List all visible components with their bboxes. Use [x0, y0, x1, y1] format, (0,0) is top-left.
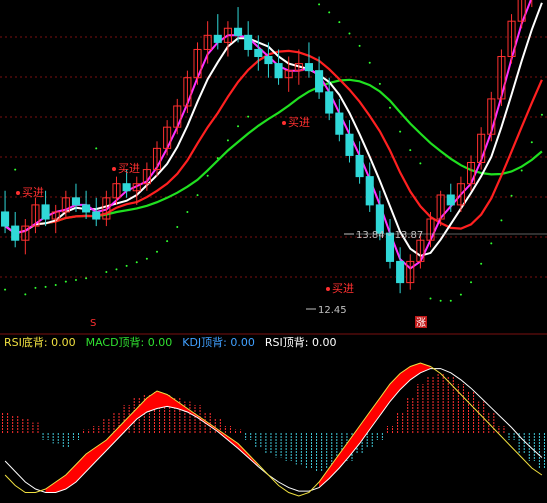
sar-dot [429, 297, 432, 300]
candle-body [274, 63, 283, 79]
sar-dot [206, 174, 209, 177]
sell-marker: S [90, 318, 96, 329]
oscillator-panel [2, 362, 545, 497]
indicator-legend-bar: RSI底背: 0.00 MACD顶背: 0.00 KDJ顶背: 0.00 RSI顶背:… [4, 335, 336, 349]
sar-dot [196, 194, 199, 197]
sar-dot [459, 293, 462, 296]
sar-dot [399, 130, 402, 133]
candle-body [244, 34, 253, 50]
sar-dot [115, 268, 118, 271]
price-label: 13.84 - 13.87 [356, 230, 423, 241]
indicator-label: KDJ顶背: 0.00 [182, 335, 255, 349]
sar-dots [4, 3, 543, 302]
sar-dot [95, 147, 98, 150]
indicator-label: MACD顶背: 0.00 [86, 335, 173, 349]
candle-body [1, 211, 10, 227]
candle-body [92, 211, 101, 220]
sar-dot [500, 219, 503, 222]
candle-body [254, 48, 263, 58]
sar-dot [166, 240, 169, 243]
buy-marker-dot [16, 191, 20, 195]
sar-dot [145, 257, 148, 260]
candle-body [41, 204, 50, 220]
sar-dot [388, 106, 391, 109]
stock-chart: 买进买进买进买进13.84 - 13.8712.45S 涨 RSI底背: 0.00… [0, 0, 547, 497]
buy-signal-label: 买进 [288, 116, 310, 129]
sar-dot [338, 21, 341, 24]
candle-body [11, 225, 20, 241]
moving-averages [4, 0, 543, 270]
buy-marker-dot [326, 287, 330, 291]
sar-dot [449, 299, 452, 302]
sar-dot [186, 210, 189, 213]
sar-dot [530, 141, 533, 144]
sar-dot [247, 115, 250, 118]
sar-dot [328, 11, 331, 14]
sar-dot [520, 169, 523, 172]
candle-body [325, 91, 334, 114]
candle-body [264, 56, 273, 65]
candle-body [122, 183, 131, 192]
oscillator-slow-line [4, 368, 543, 493]
sar-dot [54, 283, 57, 286]
candle-body [304, 63, 313, 72]
buy-marker-dot [112, 167, 116, 171]
sar-dot [480, 262, 483, 265]
sar-dot [44, 285, 47, 288]
rise-marker: 涨 [416, 317, 426, 329]
candle-body [335, 112, 344, 135]
sar-dot [409, 149, 412, 152]
sar-dot [125, 264, 128, 267]
oscillator-fast-line [4, 362, 543, 497]
sar-dot [237, 125, 240, 128]
sar-dot [439, 299, 442, 302]
buy-marker-dot [282, 121, 286, 125]
buy-signal-label: 买进 [22, 186, 44, 199]
sar-dot [34, 286, 37, 289]
sar-dot [419, 162, 422, 165]
sar-dot [358, 44, 361, 47]
sar-dot [470, 281, 473, 284]
candle-body [365, 176, 374, 206]
candle-body [234, 27, 243, 36]
indicator-label: RSI顶背: 0.00 [265, 335, 337, 349]
sar-dot [24, 293, 27, 296]
candlesticks [1, 0, 533, 294]
candle-body [375, 204, 384, 234]
candle-body [446, 194, 455, 206]
sar-dot [378, 82, 381, 85]
sar-dot [85, 277, 88, 280]
sar-dot [156, 250, 159, 253]
candle-body [396, 260, 405, 284]
sar-dot [510, 194, 513, 197]
candle-body [315, 70, 324, 93]
sar-dot [348, 32, 351, 35]
sar-dot [105, 271, 108, 274]
sar-dot [4, 288, 7, 291]
candle-body [82, 204, 91, 213]
candle-body [355, 154, 364, 178]
price-label: 12.45 [318, 305, 347, 316]
sar-dot [14, 168, 17, 171]
sar-dot [176, 225, 179, 228]
oscillator-fill [45, 363, 431, 493]
sar-dot [490, 242, 493, 245]
indicator-label: RSI底背: 0.00 [4, 335, 76, 349]
sar-dot [135, 261, 138, 264]
candle-body [213, 34, 222, 43]
sar-dot [368, 61, 371, 64]
sar-dot [318, 3, 321, 6]
sar-dot [226, 139, 229, 142]
sar-dot [64, 280, 67, 283]
sar-dot [74, 278, 77, 281]
candle-body [345, 133, 354, 156]
buy-signal-label: 买进 [332, 282, 354, 295]
sar-dot [540, 113, 543, 116]
candle-body [71, 197, 81, 206]
price-grid [0, 36, 547, 278]
buy-signal-label: 买进 [118, 162, 140, 175]
